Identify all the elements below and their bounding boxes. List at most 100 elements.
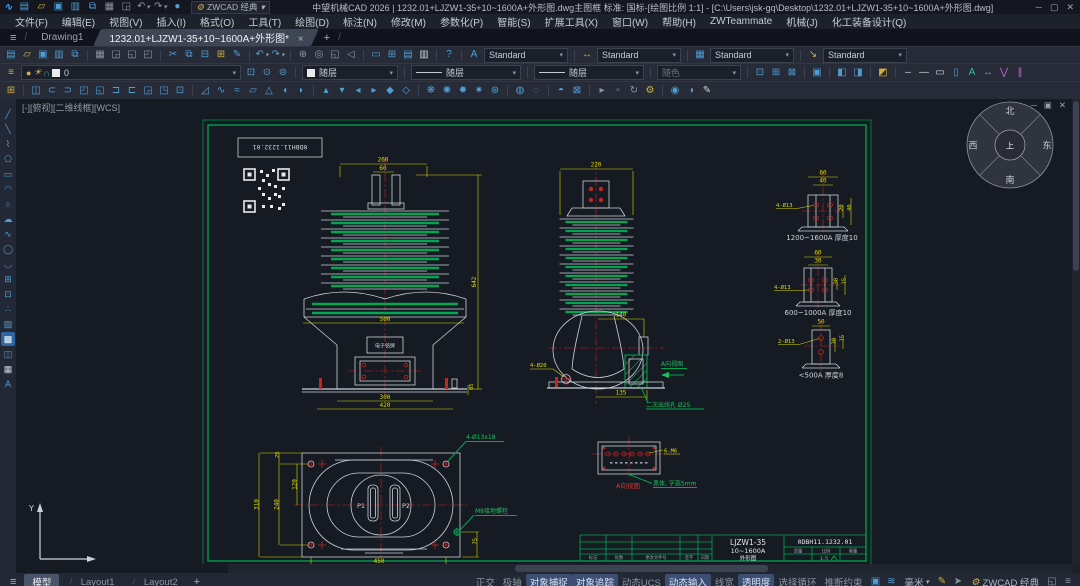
mech-coupling-icon[interactable]: ⊃: [61, 84, 75, 97]
menu-modify[interactable]: 修改(M): [384, 14, 433, 29]
drawing-area[interactable]: [-][俯视][二维线框][WCS] ─ ▣ ✕: [16, 99, 1080, 573]
menu-zwteammate[interactable]: ZWTeammate: [703, 16, 779, 27]
layer-previous-icon[interactable]: ⊙: [260, 66, 274, 79]
maximize-button[interactable]: ▢: [1050, 2, 1059, 13]
block-edit-icon[interactable]: ⊞: [769, 66, 783, 79]
mech-bolt-icon[interactable]: ◲: [141, 84, 155, 97]
menu-file[interactable]: 文件(F): [8, 14, 55, 29]
plot-icon[interactable]: ▦: [93, 49, 107, 62]
linetype-dropdown[interactable]: 随层▾: [411, 65, 521, 80]
line-icon[interactable]: ╱: [1, 107, 15, 121]
horizontal-scrollbar[interactable]: [228, 564, 1072, 573]
save-as-icon[interactable]: ▥: [52, 49, 66, 62]
viewport-label[interactable]: [-][俯视][二维线框][WCS]: [22, 101, 120, 114]
ellipse-icon[interactable]: ◯: [1, 242, 15, 256]
region-icon[interactable]: ◫: [1, 347, 15, 361]
undo-icon[interactable]: ↶▾: [136, 1, 150, 14]
menu-smart[interactable]: 智能(S): [490, 14, 537, 29]
file-menu-icon[interactable]: ≡: [4, 32, 22, 44]
plotstyle-dropdown[interactable]: 随色▾: [657, 65, 741, 80]
mech-rotate-icon[interactable]: ↻: [627, 84, 641, 97]
menu-mechanical[interactable]: 机械(J): [779, 14, 825, 29]
vertical-scrollbar-thumb[interactable]: [1073, 101, 1079, 271]
annotation-scale-icon[interactable]: ▣: [868, 576, 882, 586]
resource-center-icon[interactable]: ◑: [684, 84, 698, 97]
cut-icon[interactable]: ✂: [166, 49, 180, 62]
menu-help[interactable]: 帮助(H): [655, 14, 703, 29]
wipeout-icon[interactable]: ▯: [949, 66, 963, 79]
mech-wave-icon[interactable]: ≈: [230, 84, 244, 97]
menu-dimension[interactable]: 标注(N): [336, 14, 384, 29]
new-file-icon[interactable]: ▤: [17, 1, 31, 14]
insert-block-icon[interactable]: ⊞: [1, 272, 15, 286]
layout2[interactable]: Layout2: [125, 576, 186, 586]
menu-chemical[interactable]: 化工装备设计(Q): [825, 14, 913, 29]
mech-fastener-up-icon[interactable]: ▴: [319, 84, 333, 97]
menu-view[interactable]: 视图(V): [102, 14, 149, 29]
menu-parametric[interactable]: 参数化(P): [433, 14, 490, 29]
color-dropdown[interactable]: 随层▾: [302, 65, 398, 80]
zoom-realtime-icon[interactable]: ◎: [312, 49, 326, 62]
mech-balloon-icon[interactable]: ◍: [513, 84, 527, 97]
otrack[interactable]: 对象追踪: [572, 574, 618, 586]
mech-pin-icon[interactable]: ⊏: [125, 84, 139, 97]
dyn[interactable]: 动态输入: [665, 574, 711, 586]
viewport-restore-icon[interactable]: ▣: [1044, 100, 1052, 111]
viewport-single-icon[interactable]: ▭: [369, 49, 383, 62]
gradient-icon[interactable]: ▩: [1, 332, 15, 346]
viewport-close-icon[interactable]: ✕: [1059, 100, 1066, 111]
menu-draw[interactable]: 绘图(D): [288, 14, 336, 29]
zwcad-cloud-icon[interactable]: ●: [170, 1, 184, 14]
paste-icon[interactable]: ⊟: [198, 49, 212, 62]
page-setup-icon[interactable]: ◱: [125, 49, 139, 62]
spline-icon[interactable]: ∿: [1, 227, 15, 241]
point-style-icon[interactable]: ◩: [876, 66, 890, 79]
layout-menu-icon[interactable]: ≡: [4, 576, 22, 586]
mech-fastener-right-icon[interactable]: ▸: [367, 84, 381, 97]
mech-spring-icon[interactable]: ∿: [214, 84, 228, 97]
layer-on-icon[interactable]: ●: [26, 68, 31, 78]
mech-arc-left-icon[interactable]: ◖: [278, 84, 292, 97]
mech-settings-icon[interactable]: ⚙: [643, 84, 657, 97]
copy-icon[interactable]: ⧉: [182, 49, 196, 62]
export-file-icon[interactable]: ⧉: [68, 49, 82, 62]
drawing-canvas[interactable]: 0DBH11.1232.01 260: [16, 99, 1072, 564]
polygon-icon[interactable]: ⎔: [1, 152, 15, 166]
mech-fastener-down-icon[interactable]: ▾: [335, 84, 349, 97]
plot-icon[interactable]: ▦: [102, 1, 116, 14]
units-dropdown[interactable]: 毫米 ▾: [900, 575, 933, 586]
layer-dropdown[interactable]: ● ☀ ∩ 0 ▾: [21, 65, 241, 80]
open-file-icon[interactable]: ▱: [20, 49, 34, 62]
mtext-icon[interactable]: A: [1, 377, 15, 391]
workspace-dropdown[interactable]: ⚙ ZWCAD 经典 ▾: [191, 1, 269, 14]
xref-attach-icon[interactable]: ▣: [810, 66, 824, 79]
layer-lock-icon[interactable]: ∩: [44, 68, 50, 78]
ellipse-arc-icon[interactable]: ◡: [1, 257, 15, 271]
open-file-icon[interactable]: ▱: [34, 1, 48, 14]
mech-library-icon[interactable]: ⊞: [4, 84, 18, 97]
save-file-icon[interactable]: ▣: [36, 49, 50, 62]
mech-rivet-icon[interactable]: ◇: [399, 84, 413, 97]
measure-icon[interactable]: ↔: [981, 66, 995, 79]
clean-screen-icon[interactable]: ◱: [1045, 576, 1059, 586]
plot-preview-icon[interactable]: ◲: [119, 1, 133, 14]
draworder-front-icon[interactable]: –: [901, 66, 915, 79]
paste-special-icon[interactable]: ⊞: [214, 49, 228, 62]
vertical-scrollbar[interactable]: [1072, 99, 1080, 564]
selection-cycling[interactable]: 选择循环: [774, 574, 820, 586]
named-views-icon[interactable]: ▤: [401, 49, 415, 62]
layer-color-swatch[interactable]: [52, 69, 60, 77]
copy-drawing-icon[interactable]: ⧉: [85, 1, 99, 14]
close-button[interactable]: ✕: [1066, 2, 1074, 13]
mech-seal-icon[interactable]: ◱: [93, 84, 107, 97]
mech-title-block-icon[interactable]: ◓: [554, 84, 568, 97]
mech-key-icon[interactable]: ⊐: [109, 84, 123, 97]
underlay-attach-icon[interactable]: ◨: [851, 66, 865, 79]
dim-style-dropdown[interactable]: Standard▾: [597, 48, 681, 63]
rectangle-tool-icon[interactable]: ▭: [933, 66, 947, 79]
text-style-dropdown[interactable]: Standard▾: [484, 48, 568, 63]
tab-drawing1[interactable]: Drawing1: [29, 31, 95, 44]
lineweight-dropdown[interactable]: 随层▾: [534, 65, 644, 80]
navigation-compass[interactable]: 北 南 西 东 上: [967, 102, 1053, 188]
mech-stud-icon[interactable]: ◆: [383, 84, 397, 97]
